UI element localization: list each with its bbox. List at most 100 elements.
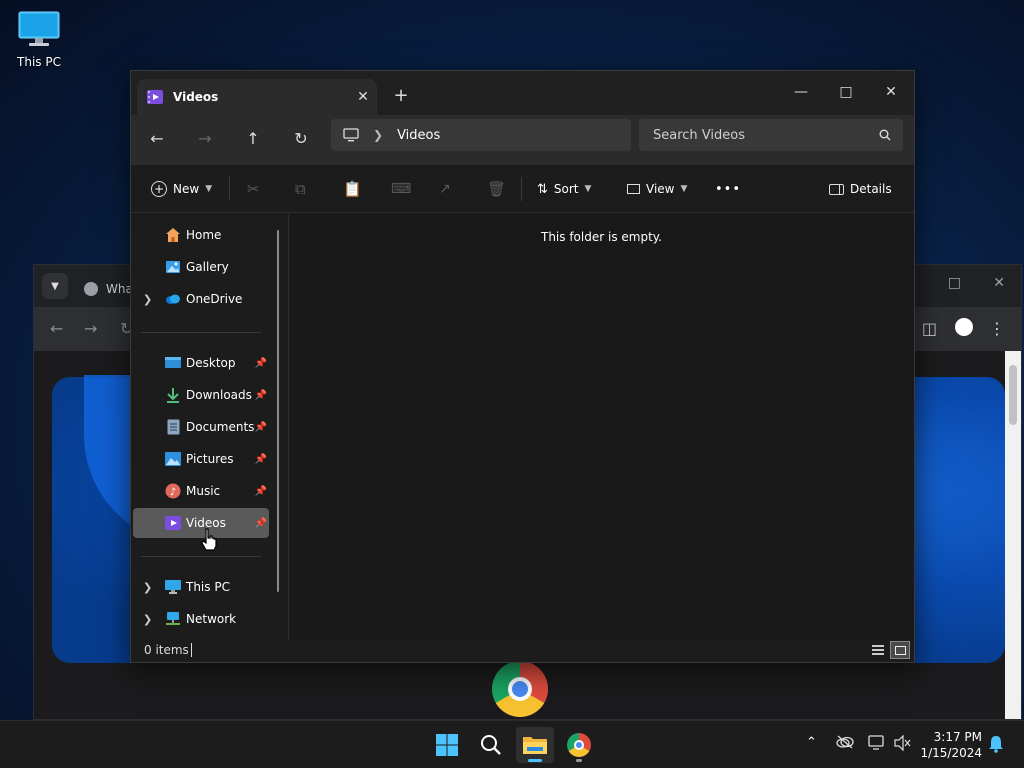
nav-item-home[interactable]: Home <box>133 220 269 250</box>
new-button[interactable]: + New ▼ <box>151 177 212 201</box>
clock-time: 3:17 PM <box>933 730 982 744</box>
chrome-icon <box>567 733 591 757</box>
desktop-icon-label: This PC <box>17 55 61 69</box>
nav-item-downloads[interactable]: Downloads 📌 <box>133 380 269 410</box>
breadcrumb-videos[interactable]: Videos <box>397 128 440 143</box>
browser-close-button[interactable]: ✕ <box>993 275 1005 291</box>
document-icon <box>165 419 181 435</box>
see-more-button[interactable]: ••• <box>715 177 741 201</box>
search-input[interactable] <box>653 127 879 143</box>
file-list-area[interactable]: This folder is empty. <box>289 214 914 639</box>
this-pc-icon <box>165 579 181 595</box>
pin-icon[interactable]: 📌 <box>255 518 267 529</box>
side-panel-icon[interactable]: ◫ <box>922 319 937 338</box>
nav-item-documents[interactable]: Documents 📌 <box>133 412 269 442</box>
command-bar: + New ▼ ✂ ⧉ 📋 ⌨ ↗ 🗑 ⇅ Sort ▼ View ▼ ••• … <box>131 165 914 213</box>
gallery-icon <box>165 259 181 275</box>
close-tab-icon[interactable]: ✕ <box>349 89 377 105</box>
pin-icon[interactable]: 📌 <box>255 422 267 433</box>
nav-label: Desktop <box>186 356 236 370</box>
back-arrow-icon[interactable]: ← <box>50 319 63 338</box>
copy-icon[interactable]: ⧉ <box>295 177 306 201</box>
nav-scrollbar[interactable] <box>277 230 279 592</box>
nav-item-desktop[interactable]: Desktop 📌 <box>133 348 269 378</box>
search-box[interactable] <box>639 119 903 151</box>
forward-arrow-icon[interactable]: → <box>84 319 97 338</box>
title-bar[interactable]: Videos ✕ + — □ ✕ <box>131 71 914 115</box>
tab-title: Videos <box>173 90 219 104</box>
up-arrow-icon[interactable]: ↑ <box>241 129 265 151</box>
nav-item-onedrive[interactable]: ❯ OneDrive <box>133 284 269 314</box>
paste-icon[interactable]: 📋 <box>343 177 362 201</box>
hand-cursor-icon <box>201 528 217 551</box>
start-button[interactable] <box>428 727 466 763</box>
new-tab-button[interactable]: + <box>389 85 413 106</box>
back-arrow-icon[interactable]: ← <box>145 129 169 151</box>
rename-icon[interactable]: ⌨ <box>391 177 411 201</box>
chevron-right-icon[interactable]: ❯ <box>143 581 152 594</box>
svg-text:♪: ♪ <box>170 487 176 498</box>
view-icon <box>627 184 640 194</box>
share-icon[interactable]: ↗ <box>439 177 451 201</box>
network-status-icon[interactable] <box>868 735 886 754</box>
tiles-view-button[interactable] <box>890 641 910 659</box>
nav-item-this-pc[interactable]: ❯ This PC <box>133 572 269 602</box>
file-explorer-window[interactable]: Videos ✕ + — □ ✕ ← → ↑ ↻ ❯ Videos Search… <box>130 70 915 663</box>
desktop-icon-this-pc[interactable]: This PC <box>12 10 66 69</box>
maximize-button[interactable]: □ <box>823 77 869 107</box>
pin-icon[interactable]: 📌 <box>255 358 267 369</box>
taskbar: ⌃ 3:17 PM 1/15/2024 <box>0 720 1024 768</box>
onedrive-offline-icon[interactable] <box>836 735 854 752</box>
nav-item-network[interactable]: ❯ Network <box>133 604 269 634</box>
chevron-down-icon: ▼ <box>680 184 688 194</box>
navigation-pane: Home Gallery ❯ OneDrive Desktop 📌 Downlo… <box>131 214 289 639</box>
pin-icon[interactable]: 📌 <box>255 454 267 465</box>
details-button[interactable]: Details <box>829 177 892 201</box>
notification-bell-icon[interactable] <box>988 735 1004 756</box>
taskbar-chrome[interactable] <box>560 727 598 763</box>
chevron-right-icon[interactable]: ❯ <box>143 293 152 306</box>
taskbar-file-explorer[interactable] <box>516 727 554 763</box>
nav-item-music[interactable]: ♪ Music 📌 <box>133 476 269 506</box>
minimize-button[interactable]: — <box>778 77 824 107</box>
nav-item-gallery[interactable]: Gallery <box>133 252 269 282</box>
tab-videos[interactable]: Videos ✕ <box>137 79 377 115</box>
chevron-right-icon[interactable]: ❯ <box>373 128 383 142</box>
volume-muted-icon[interactable] <box>894 734 912 754</box>
details-view-button[interactable] <box>868 641 888 659</box>
pin-icon[interactable]: 📌 <box>255 390 267 401</box>
sort-label: Sort <box>553 182 579 196</box>
videos-folder-icon <box>147 90 163 104</box>
nav-label: Home <box>186 228 222 242</box>
active-indicator <box>528 759 542 762</box>
desktop-folder-icon <box>165 355 181 371</box>
nav-label: Downloads <box>186 388 252 402</box>
menu-kebab-icon[interactable]: ⋮ <box>989 319 1005 338</box>
pin-icon[interactable]: 📌 <box>255 486 267 497</box>
home-icon <box>165 227 181 243</box>
close-button[interactable]: ✕ <box>868 77 914 107</box>
chevron-up-icon[interactable]: ⌃ <box>806 735 817 750</box>
cut-icon[interactable]: ✂ <box>247 177 260 201</box>
chevron-down-icon: ▼ <box>584 184 592 194</box>
taskbar-search-button[interactable] <box>472 727 510 763</box>
chevron-right-icon[interactable]: ❯ <box>143 613 152 626</box>
chevron-down-icon: ▼ <box>51 280 59 292</box>
forward-arrow-icon[interactable]: → <box>193 129 217 151</box>
search-icon <box>879 129 891 141</box>
empty-folder-message: This folder is empty. <box>541 230 662 244</box>
sort-button[interactable]: ⇅ Sort ▼ <box>537 177 591 201</box>
browser-scrollbar[interactable] <box>1005 351 1021 719</box>
divider <box>229 177 230 201</box>
nav-divider <box>141 332 261 333</box>
tab-search-button[interactable]: ▼ <box>42 273 68 299</box>
refresh-icon[interactable]: ↻ <box>289 129 313 151</box>
view-button[interactable]: View ▼ <box>627 177 687 201</box>
browser-maximize-button[interactable]: □ <box>948 275 961 291</box>
address-bar[interactable]: ❯ Videos <box>331 119 631 151</box>
system-clock[interactable]: 3:17 PM 1/15/2024 <box>920 729 982 761</box>
clock-date: 1/15/2024 <box>920 746 982 760</box>
profile-icon[interactable] <box>955 318 973 341</box>
delete-icon[interactable]: 🗑 <box>487 177 506 201</box>
nav-item-pictures[interactable]: Pictures 📌 <box>133 444 269 474</box>
